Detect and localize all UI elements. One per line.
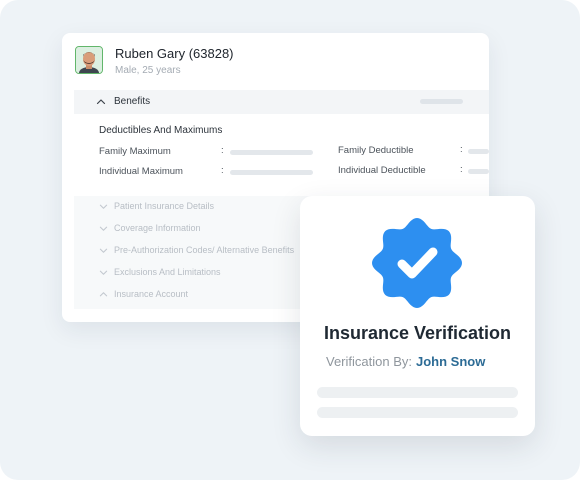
- verification-title: Insurance Verification: [323, 323, 512, 343]
- section-label: Insurance Account: [114, 289, 189, 299]
- benefits-accordion-header[interactable]: Benefits: [74, 90, 489, 114]
- deductibles-section-title: Deductibles And Maximums: [99, 125, 223, 136]
- avatar-portrait-icon: [76, 47, 102, 73]
- field-colon: :: [221, 145, 224, 156]
- chevron-down-icon: [99, 204, 108, 209]
- section-label: Patient Insurance Details: [114, 201, 215, 211]
- placeholder-line: [317, 387, 518, 398]
- illustration-stage: Ruben Gary (63828) Male, 25 years Benefi…: [0, 0, 580, 480]
- family-maximum-label: Family Maximum: [99, 146, 171, 157]
- placeholder-line: [317, 407, 518, 418]
- individual-deductible-label: Individual Deductible: [338, 165, 426, 176]
- verification-by: Verification By: John Snow: [326, 354, 485, 369]
- chevron-up-icon: [96, 99, 106, 105]
- family-deductible-label: Family Deductible: [338, 145, 414, 156]
- family-deductible-value: [468, 149, 489, 154]
- individual-maximum-label: Individual Maximum: [99, 166, 183, 177]
- patient-subtitle: Male, 25 years: [115, 65, 181, 76]
- benefits-placeholder-bar: [420, 99, 463, 104]
- chevron-down-icon: [99, 226, 108, 231]
- patient-header: Ruben Gary (63828) Male, 25 years: [75, 46, 234, 76]
- field-colon: :: [460, 144, 463, 155]
- chevron-up-icon: [99, 292, 108, 297]
- individual-maximum-value: [230, 170, 313, 175]
- benefits-label: Benefits: [114, 96, 151, 107]
- field-colon: :: [221, 165, 224, 176]
- verifier-name: John Snow: [416, 354, 486, 369]
- verified-badge-icon: [372, 218, 462, 308]
- family-maximum-value: [230, 150, 313, 155]
- section-label: Exclusions And Limitations: [114, 267, 221, 277]
- section-label: Pre-Authorization Codes/ Alternative Ben…: [114, 245, 295, 255]
- insurance-verification-card: Insurance Verification Verification By: J…: [300, 196, 535, 436]
- verification-by-label: Verification By:: [326, 354, 412, 369]
- chevron-down-icon: [99, 270, 108, 275]
- section-label: Coverage Information: [114, 223, 201, 233]
- patient-name: Ruben Gary (63828): [115, 46, 234, 61]
- chevron-down-icon: [99, 248, 108, 253]
- individual-deductible-value: [468, 169, 489, 174]
- avatar: [75, 46, 103, 74]
- field-colon: :: [460, 164, 463, 175]
